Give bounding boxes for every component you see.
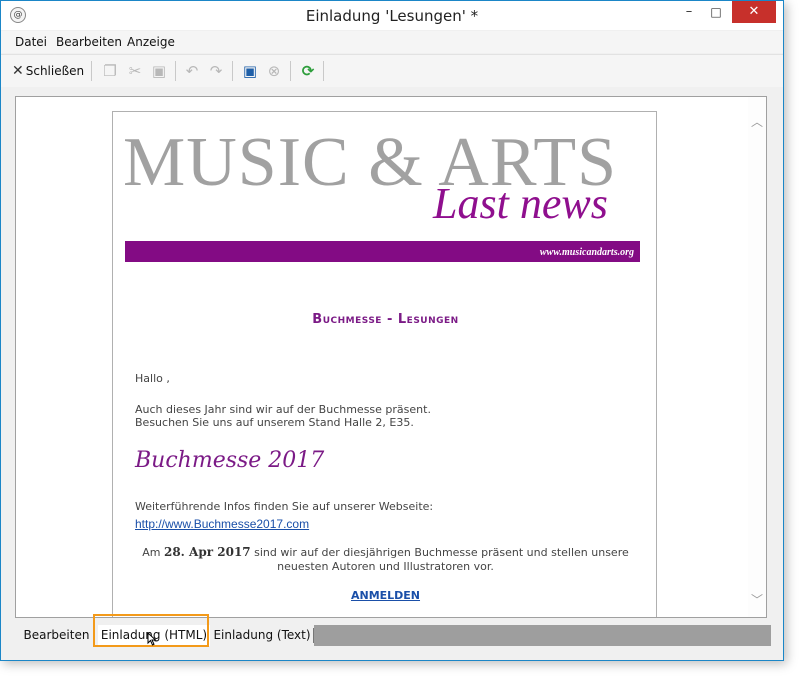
app-window: @ Einladung 'Lesungen' * – □ ✕ Datei Bea… bbox=[0, 0, 784, 661]
newsletter-headline: Buchmesse - Lesungen bbox=[113, 312, 658, 327]
maximize-button[interactable]: □ bbox=[709, 1, 723, 23]
refresh-icon[interactable]: ⟳ bbox=[298, 61, 318, 81]
toolbar-divider bbox=[175, 61, 176, 81]
logo-last-news: Last news bbox=[433, 179, 608, 228]
event-title: Buchmesse 2017 bbox=[135, 448, 325, 473]
minimize-button[interactable]: – bbox=[682, 1, 696, 23]
date-line-2: neuesten Autoren und Illustratoren vor. bbox=[277, 560, 494, 573]
html-preview-pane[interactable]: MUSIC & ARTS Last news www.musicandarts.… bbox=[15, 96, 767, 618]
more-info-text: Weiterführende Infos finden Sie auf unse… bbox=[135, 500, 434, 513]
brand-band: www.musicandarts.org bbox=[125, 241, 640, 262]
tab-bearbeiten[interactable]: Bearbeiten bbox=[15, 625, 98, 646]
toolbar-divider bbox=[323, 61, 324, 81]
close-icon: ✕ bbox=[12, 63, 24, 79]
close-button[interactable]: ✕ Schließen bbox=[12, 63, 84, 79]
toolbar-divider bbox=[91, 61, 92, 81]
toolbar: ✕ Schließen ❐ ✂ ▣ ↶ ↷ ▣ ⊗ ⟳ bbox=[1, 54, 783, 87]
greeting: Hallo , bbox=[135, 372, 170, 385]
event-date: 28. Apr 2017 bbox=[163, 545, 251, 559]
intro-line: Besuchen Sie uns auf unserem Stand Halle… bbox=[135, 416, 414, 429]
save-icon[interactable]: ▣ bbox=[240, 61, 260, 81]
register-link[interactable]: ANMELDEN bbox=[113, 589, 658, 602]
title-bar: @ Einladung 'Lesungen' * – □ ✕ bbox=[1, 1, 783, 30]
date-prefix: Am bbox=[142, 546, 161, 559]
intro-line: Auch dieses Jahr sind wir auf der Buchme… bbox=[135, 403, 431, 416]
close-window-button[interactable]: ✕ bbox=[732, 1, 776, 23]
redo-icon[interactable]: ↷ bbox=[206, 61, 226, 81]
toolbar-divider bbox=[290, 61, 291, 81]
intro-text: Auch dieses Jahr sind wir auf der Buchme… bbox=[135, 403, 431, 429]
undo-icon[interactable]: ↶ bbox=[182, 61, 202, 81]
cut-icon[interactable]: ✂ bbox=[125, 61, 145, 81]
menu-bearbeiten[interactable]: Bearbeiten bbox=[56, 35, 122, 49]
paste-icon[interactable]: ▣ bbox=[149, 61, 169, 81]
cancel-icon[interactable]: ⊗ bbox=[264, 61, 284, 81]
toolbar-divider bbox=[232, 61, 233, 81]
scroll-down-icon[interactable]: ﹀ bbox=[751, 591, 763, 608]
mouse-cursor-icon bbox=[147, 632, 157, 646]
menu-anzeige[interactable]: Anzeige bbox=[127, 35, 175, 49]
scroll-up-icon[interactable]: ︿ bbox=[751, 113, 763, 130]
menu-datei[interactable]: Datei bbox=[15, 35, 47, 49]
brand-website: www.musicandarts.org bbox=[539, 247, 634, 258]
date-paragraph: Am 28. Apr 2017 sind wir auf der diesjäh… bbox=[113, 545, 658, 574]
website-link[interactable]: http://www.Buchmesse2017.com bbox=[135, 517, 309, 531]
headline-text: Buchmesse - Lesungen bbox=[312, 312, 459, 327]
tab-divider bbox=[313, 628, 314, 643]
newsletter: MUSIC & ARTS Last news www.musicandarts.… bbox=[112, 111, 658, 617]
tab-einladung-text[interactable]: Einladung (Text) bbox=[210, 625, 314, 646]
menu-bar: Datei Bearbeiten Anzeige bbox=[1, 31, 783, 53]
date-line: Am 28. Apr 2017 sind wir auf der diesjäh… bbox=[113, 545, 658, 560]
close-button-label: Schließen bbox=[25, 64, 85, 78]
date-suffix: sind wir auf der diesjährigen Buchmesse … bbox=[254, 546, 629, 559]
copy-icon[interactable]: ❐ bbox=[100, 61, 120, 81]
vertical-scrollbar[interactable]: ︿ ﹀ bbox=[748, 97, 766, 617]
window-title: Einladung 'Lesungen' * bbox=[305, 7, 479, 25]
